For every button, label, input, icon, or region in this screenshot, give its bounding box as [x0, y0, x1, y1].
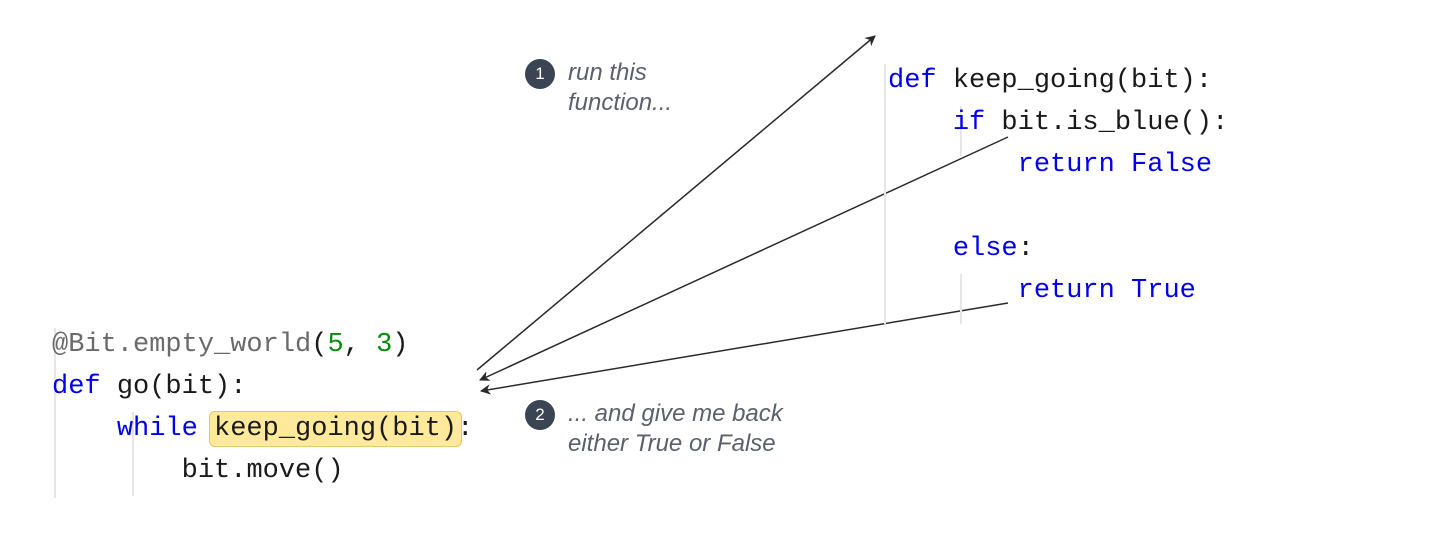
- step-badge-2: 2: [525, 400, 555, 430]
- code-block-caller: @Bit.empty_world(5, 3) def go(bit): whil…: [52, 282, 473, 534]
- keyword-return: return: [1018, 276, 1131, 306]
- code-line: return False: [888, 150, 1212, 180]
- code-line: @Bit.empty_world(5, 3): [52, 330, 408, 360]
- code-line: else:: [888, 234, 1034, 264]
- bool-literal: True: [1131, 276, 1196, 306]
- keyword-else: else: [953, 234, 1018, 264]
- code-line: if bit.is_blue():: [888, 108, 1228, 138]
- decorator-at: @: [52, 330, 68, 360]
- indent-guide: [884, 64, 886, 324]
- param: bit: [165, 372, 214, 402]
- code-block-callee: def keep_going(bit): if bit.is_blue(): r…: [888, 18, 1228, 354]
- arg-number: 3: [376, 330, 392, 360]
- keyword-while: while: [117, 414, 214, 444]
- highlighted-call: keep_going(bit): [209, 411, 462, 447]
- step-caption-1: run this function...: [568, 58, 788, 118]
- keyword-return: return: [1018, 150, 1131, 180]
- param: bit: [1131, 66, 1180, 96]
- function-name: go: [117, 372, 149, 402]
- method-name: is_blue: [1066, 108, 1179, 138]
- method-name: move: [246, 456, 311, 486]
- code-line: def go(bit):: [52, 372, 246, 402]
- function-name: keep_going: [953, 66, 1115, 96]
- bool-literal: False: [1131, 150, 1212, 180]
- step-badge-1: 1: [525, 59, 555, 89]
- keyword-if: if: [953, 108, 1002, 138]
- keyword-def: def: [52, 372, 117, 402]
- diagram-stage: @Bit.empty_world(5, 3) def go(bit): whil…: [0, 0, 1447, 519]
- keyword-def: def: [888, 66, 953, 96]
- arg-number: 5: [327, 330, 343, 360]
- code-line: bit.move(): [52, 456, 344, 486]
- call-name: keep_going: [214, 414, 376, 444]
- code-line: def keep_going(bit):: [888, 66, 1212, 96]
- code-line: while keep_going(bit):: [52, 414, 473, 444]
- code-line: return True: [888, 276, 1196, 306]
- call-arg: bit: [392, 414, 441, 444]
- step-caption-2: ... and give me back either True or Fals…: [568, 399, 848, 459]
- decorator-name: Bit.empty_world: [68, 330, 311, 360]
